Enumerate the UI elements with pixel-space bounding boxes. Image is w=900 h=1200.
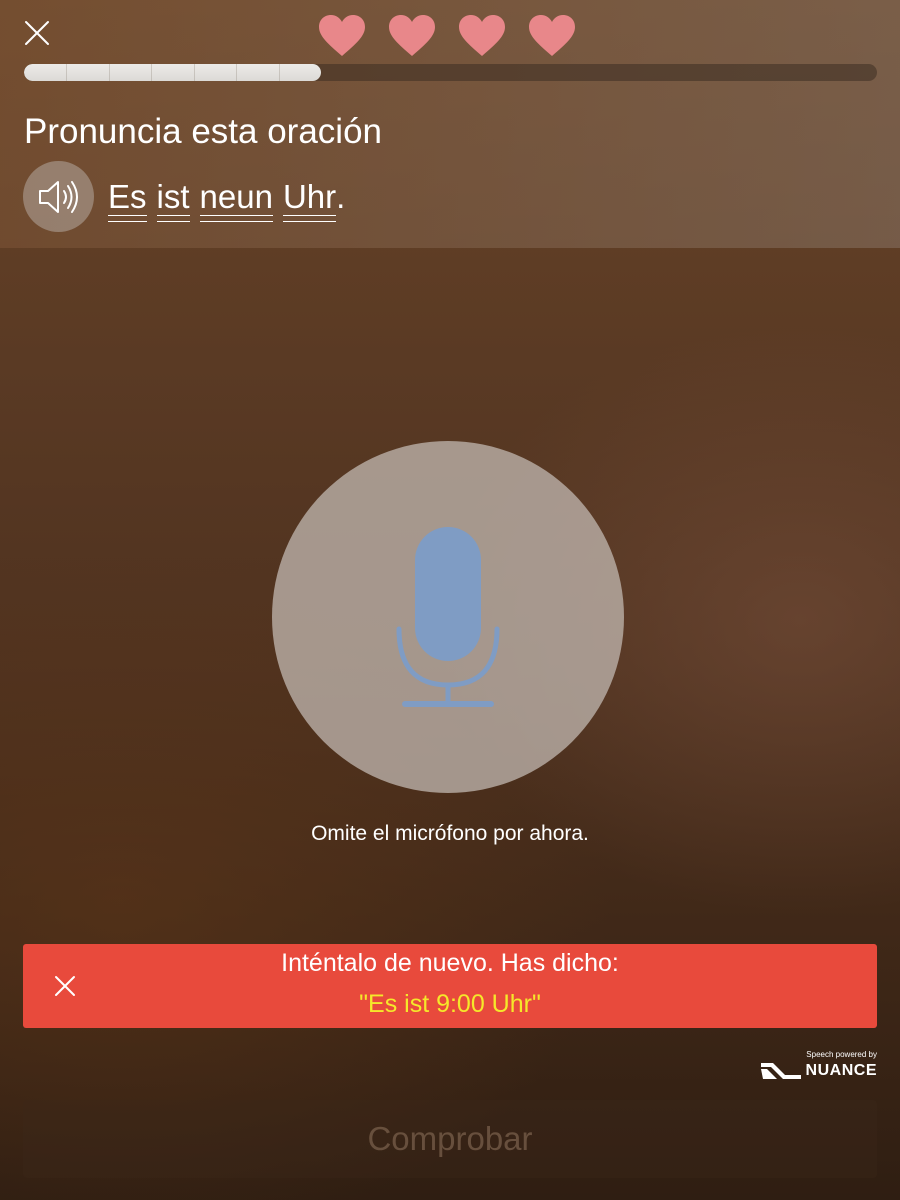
nuance-logo-icon bbox=[761, 1063, 801, 1079]
progress-segment-divider bbox=[109, 64, 110, 81]
instruction-title: Pronuncia esta oración bbox=[24, 112, 382, 151]
speaker-icon bbox=[38, 180, 78, 213]
sentence-word[interactable]: neun bbox=[199, 178, 274, 222]
feedback-message: Inténtalo de nuevo. Has dicho: bbox=[281, 949, 619, 977]
feedback-banner: Inténtalo de nuevo. Has dicho: "Es ist 9… bbox=[23, 944, 877, 1028]
check-button[interactable]: Comprobar bbox=[23, 1100, 877, 1178]
progress-segment-divider bbox=[279, 64, 280, 81]
heart-icon bbox=[459, 15, 505, 56]
target-sentence: Es ist neun Uhr. bbox=[108, 178, 346, 222]
play-audio-button[interactable] bbox=[23, 161, 94, 232]
close-icon bbox=[25, 21, 49, 45]
speech-attribution: Speech powered by NUANCE bbox=[757, 1050, 879, 1084]
lives-hearts bbox=[318, 14, 588, 58]
progress-segment-divider bbox=[66, 64, 67, 81]
attribution-brand: NUANCE bbox=[805, 1062, 877, 1079]
heart-icon bbox=[319, 15, 365, 56]
close-button[interactable] bbox=[22, 18, 52, 48]
heart-icon bbox=[529, 15, 575, 56]
heart-icon bbox=[389, 15, 435, 56]
heard-transcript: "Es ist 9:00 Uhr" bbox=[359, 990, 541, 1018]
sentence-word[interactable]: Uhr bbox=[282, 178, 337, 222]
progress-segment-divider bbox=[194, 64, 195, 81]
sentence-period: . bbox=[336, 178, 346, 215]
progress-segment-divider bbox=[151, 64, 152, 81]
sentence-word[interactable]: Es bbox=[108, 178, 147, 222]
attribution-caption: Speech powered by bbox=[806, 1050, 877, 1059]
lesson-progress-fill bbox=[24, 64, 321, 81]
skip-microphone-link[interactable]: Omite el micrófono por ahora. bbox=[0, 822, 900, 846]
sentence-word[interactable]: ist bbox=[156, 178, 190, 222]
progress-segment-divider bbox=[236, 64, 237, 81]
lesson-progress-bar bbox=[24, 64, 877, 81]
microphone-icon bbox=[396, 527, 500, 707]
